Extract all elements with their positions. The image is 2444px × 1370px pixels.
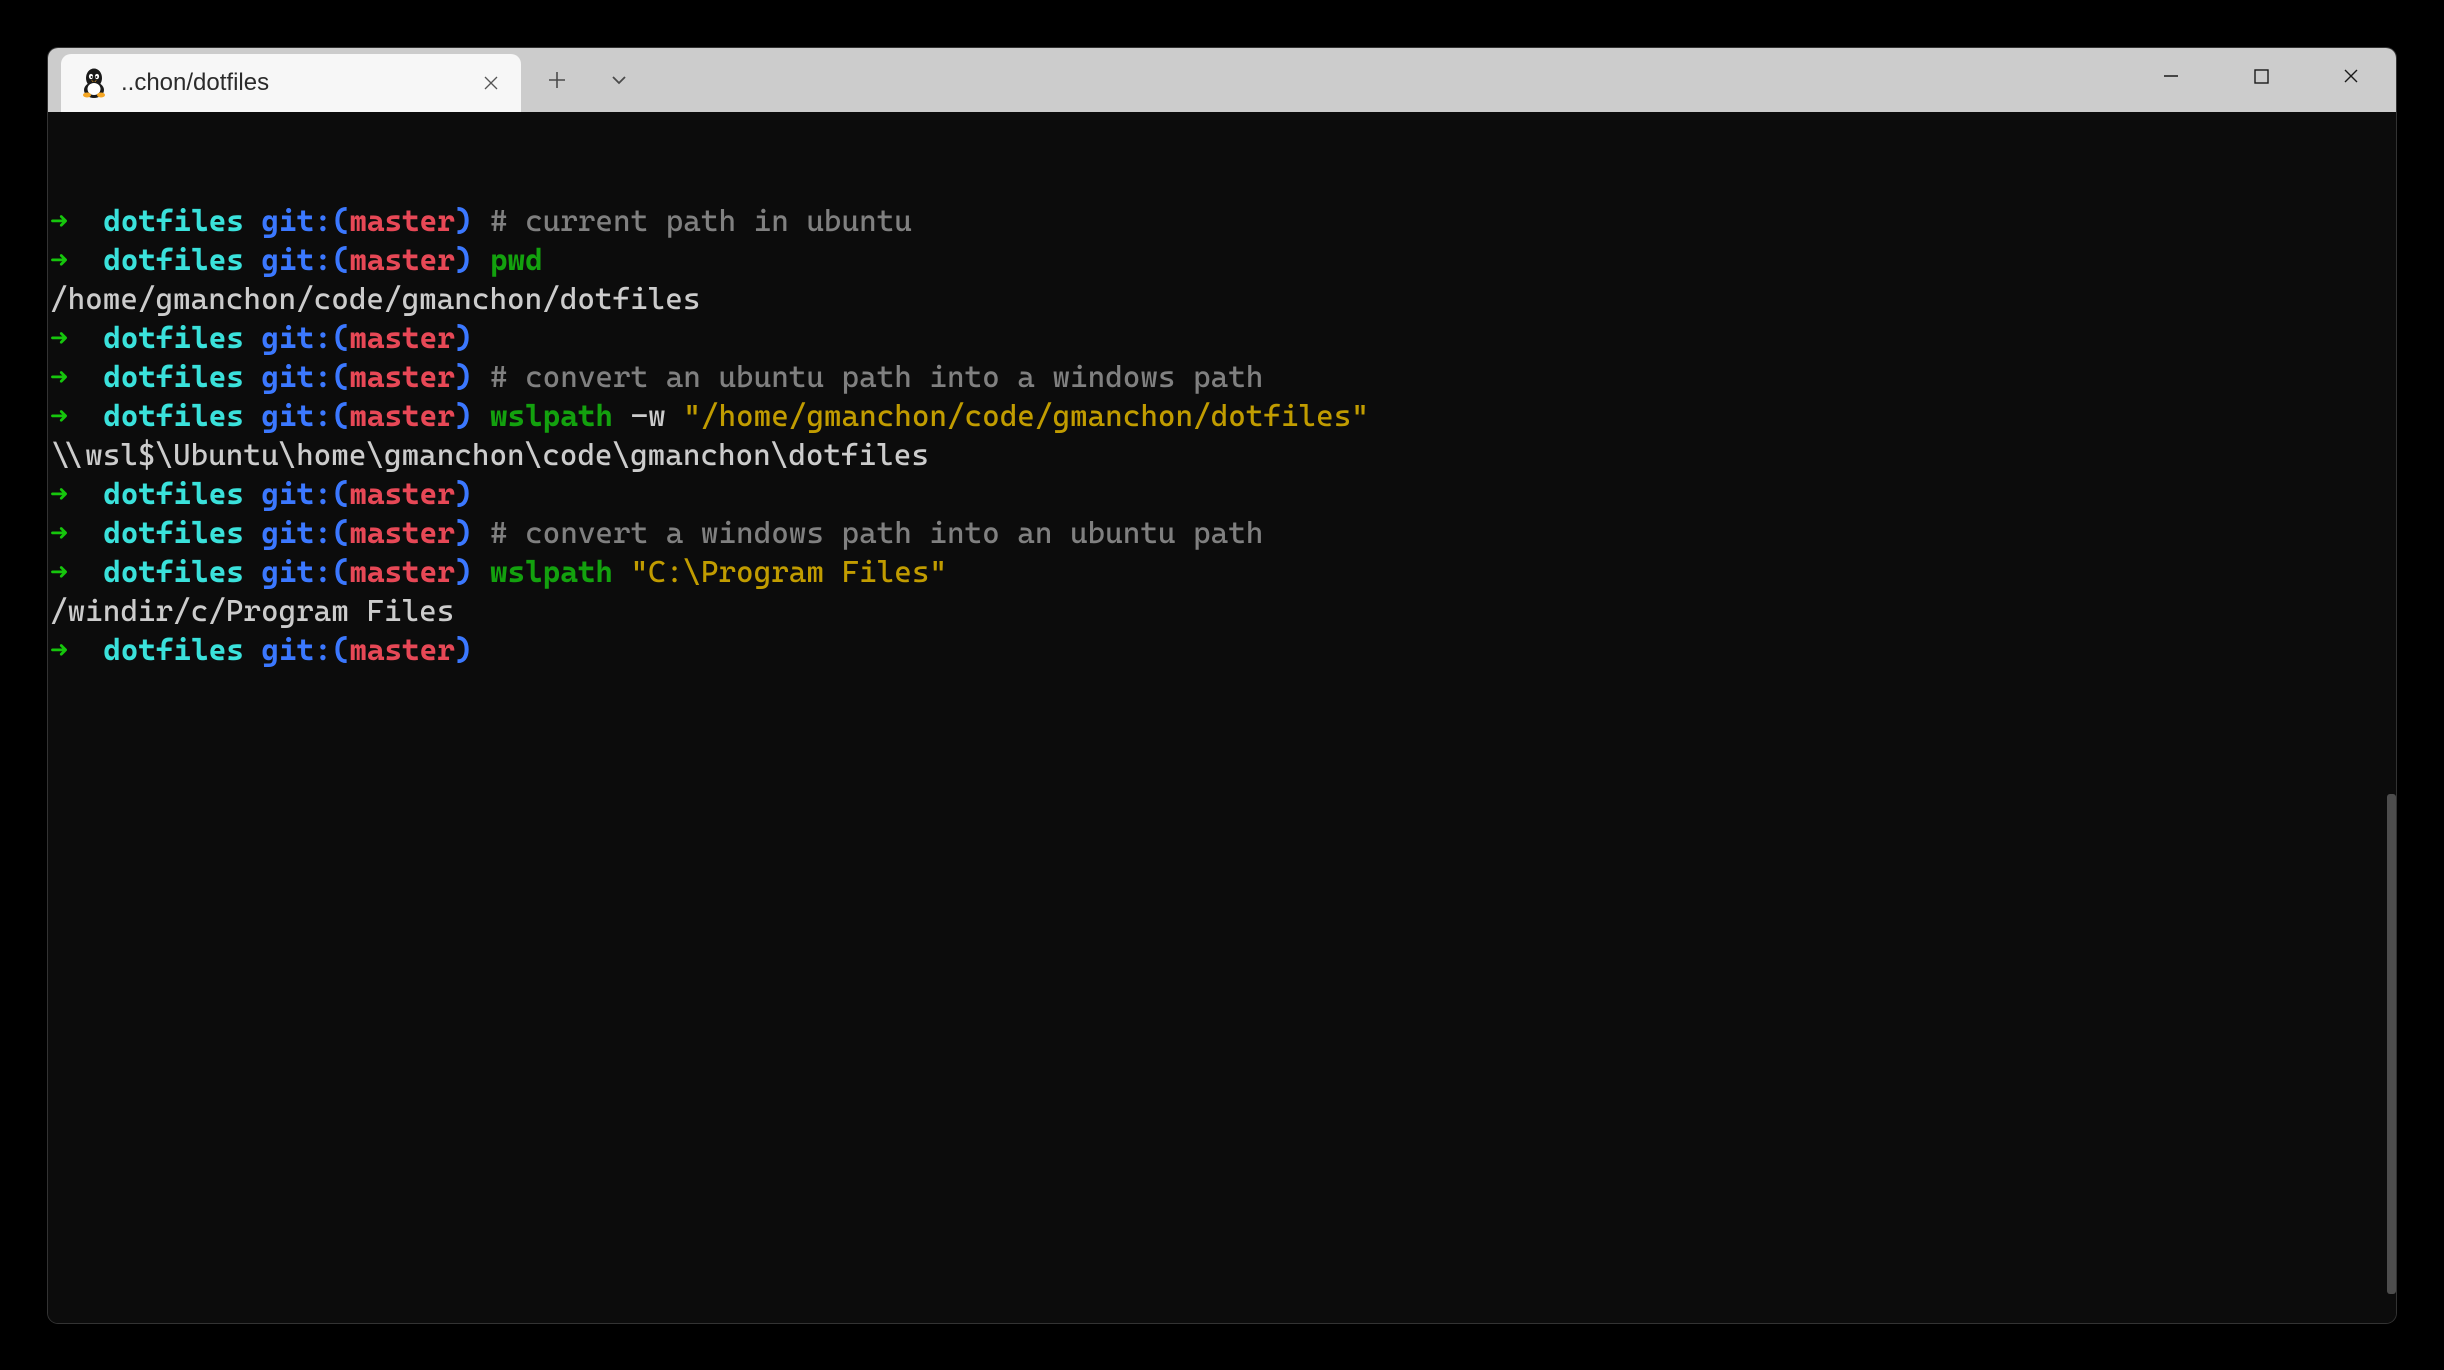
scrollbar[interactable]: [2387, 794, 2396, 1294]
terminal-line: /windir/c/Program Files: [50, 592, 2394, 631]
terminal-line: ➜ dotfiles git:(master): [50, 631, 2394, 670]
minimize-button[interactable]: [2126, 48, 2216, 104]
terminal-line: \\wsl$\Ubuntu\home\gmanchon\code\gmancho…: [50, 436, 2394, 475]
titlebar: ..chon/dotfiles: [48, 48, 2396, 112]
terminal-line: ➜ dotfiles git:(master) pwd: [50, 241, 2394, 280]
new-tab-button[interactable]: [539, 62, 575, 98]
dropdown-button[interactable]: [601, 62, 637, 98]
tab-title: ..chon/dotfiles: [121, 69, 465, 97]
terminal-line: /home/gmanchon/code/gmanchon/dotfiles: [50, 280, 2394, 319]
window-controls: [2126, 48, 2396, 112]
close-button[interactable]: [2306, 48, 2396, 104]
terminal-line: ➜ dotfiles git:(master) # convert a wind…: [50, 514, 2394, 553]
tux-icon: [81, 68, 107, 98]
tab-close-button[interactable]: [479, 71, 503, 95]
terminal-line: ➜ dotfiles git:(master) wslpath "C:\Prog…: [50, 553, 2394, 592]
terminal-line: ➜ dotfiles git:(master): [50, 319, 2394, 358]
maximize-button[interactable]: [2216, 48, 2306, 104]
terminal-window: ..chon/dotfiles: [48, 48, 2396, 1323]
terminal-body[interactable]: ➜ dotfiles git:(master) # current path i…: [48, 112, 2396, 1323]
terminal-line: ➜ dotfiles git:(master) # current path i…: [50, 202, 2394, 241]
titlebar-actions: [521, 48, 637, 112]
tab-active[interactable]: ..chon/dotfiles: [61, 54, 521, 112]
terminal-line: ➜ dotfiles git:(master) # convert an ubu…: [50, 358, 2394, 397]
terminal-line: ➜ dotfiles git:(master): [50, 475, 2394, 514]
terminal-line: ➜ dotfiles git:(master) wslpath -w "/hom…: [50, 397, 2394, 436]
